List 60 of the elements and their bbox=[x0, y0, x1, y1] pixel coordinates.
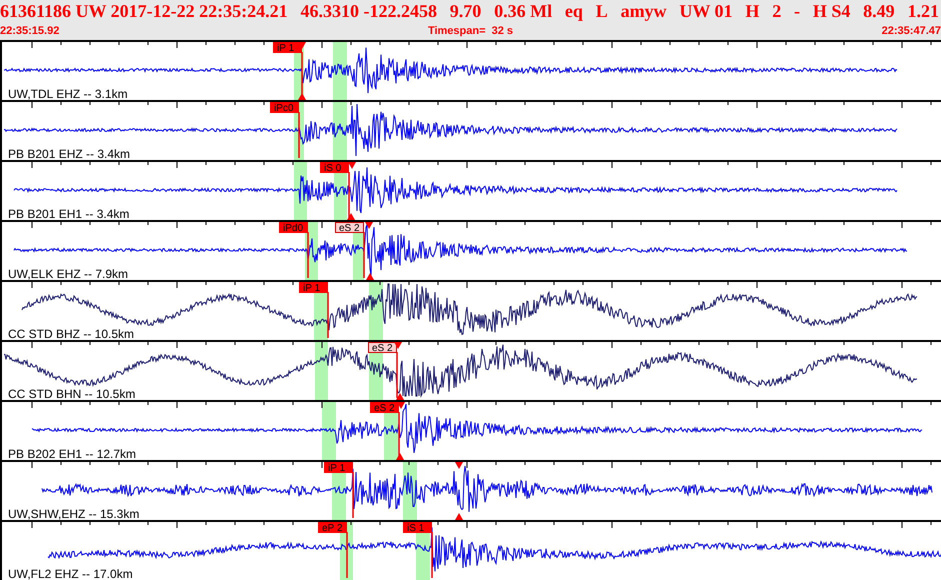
event-summary-field: 1.21 bbox=[907, 0, 939, 22]
pick-line[interactable] bbox=[352, 472, 354, 518]
channel-label: CC STD BHZ -- 10.5km bbox=[8, 328, 134, 340]
event-summary-field: 0.36 Ml bbox=[494, 0, 552, 22]
channel-label: PB B202 EH1 -- 12.7km bbox=[8, 448, 136, 460]
pick-label[interactable]: iP 1 bbox=[299, 282, 328, 294]
event-summary-field: L bbox=[596, 0, 608, 22]
pick-label[interactable]: eS 2 bbox=[335, 222, 364, 234]
pick-marker-icon bbox=[347, 213, 355, 220]
channel-label: PB B201 EH1 -- 3.4km bbox=[8, 208, 130, 220]
pick-marker-icon bbox=[396, 453, 404, 460]
event-summary-field: 9.70 bbox=[450, 0, 482, 22]
phase-window bbox=[315, 342, 328, 400]
event-summary-field: 8.49 bbox=[863, 0, 895, 22]
event-summary-field: H S4 bbox=[812, 0, 850, 22]
channel-label: UW,ELK EHZ -- 7.9km bbox=[8, 268, 128, 280]
pick-line[interactable] bbox=[348, 172, 350, 218]
pick-line[interactable] bbox=[327, 292, 329, 338]
event-summary-field: - bbox=[794, 0, 800, 22]
phase-window bbox=[322, 402, 336, 460]
pick-label[interactable]: eP 2 bbox=[318, 522, 347, 534]
pick-line[interactable] bbox=[363, 232, 365, 278]
pick-marker-icon bbox=[366, 273, 374, 280]
pick-marker-icon bbox=[348, 162, 356, 169]
channel-label: UW,SHW,EHZ -- 15.3km bbox=[8, 508, 140, 520]
pick-marker-icon bbox=[455, 462, 463, 469]
channel-label: UW,FL2 EHZ -- 17.0km bbox=[8, 568, 133, 580]
channel-label: PB B201 EHZ -- 3.4km bbox=[8, 148, 130, 160]
pick-marker-icon bbox=[455, 513, 463, 520]
end-time: 22:35:47.47 bbox=[882, 25, 941, 37]
pick-marker-icon bbox=[365, 222, 373, 229]
event-summary-field: 61361186 UW 2017-12-22 22:35:24.21 bbox=[0, 0, 288, 22]
pick-line[interactable] bbox=[396, 352, 398, 398]
event-summary-field: 46.3310 -122.2458 bbox=[300, 0, 437, 22]
pick-line[interactable] bbox=[398, 412, 400, 458]
pick-label[interactable]: iP 1 bbox=[324, 462, 353, 474]
pick-label[interactable]: eS 2 bbox=[368, 342, 397, 354]
pick-label[interactable]: iPd0 bbox=[279, 222, 308, 234]
pick-marker-icon bbox=[394, 342, 402, 349]
event-summary-field: 2 bbox=[772, 0, 782, 22]
pick-line[interactable] bbox=[346, 532, 348, 578]
event-summary-field: H bbox=[745, 0, 760, 22]
pick-label[interactable]: iPc0 bbox=[270, 102, 299, 114]
event-summary-field: UW 01 bbox=[679, 0, 733, 22]
pick-line[interactable] bbox=[431, 532, 433, 578]
event-summary-field: amyw bbox=[620, 0, 667, 22]
channel-label: CC STD BHN -- 10.5km bbox=[8, 388, 136, 400]
pick-line[interactable] bbox=[307, 232, 309, 278]
pick-label[interactable]: iP 1 bbox=[273, 42, 302, 54]
start-time: 22:35:15.92 bbox=[0, 25, 60, 37]
pick-marker-icon bbox=[298, 93, 306, 100]
phase-window bbox=[333, 42, 347, 100]
pick-line[interactable] bbox=[298, 112, 300, 158]
pick-label[interactable]: iS 1 bbox=[403, 522, 432, 534]
phase-window bbox=[333, 102, 347, 160]
event-summary-field: eq bbox=[564, 0, 583, 22]
pick-marker-icon bbox=[396, 393, 404, 400]
pick-marker-icon bbox=[397, 402, 405, 409]
timespan-label: Timespan= 32 s bbox=[428, 25, 514, 37]
channel-label: UW,TDL EHZ -- 3.1km bbox=[8, 88, 128, 100]
